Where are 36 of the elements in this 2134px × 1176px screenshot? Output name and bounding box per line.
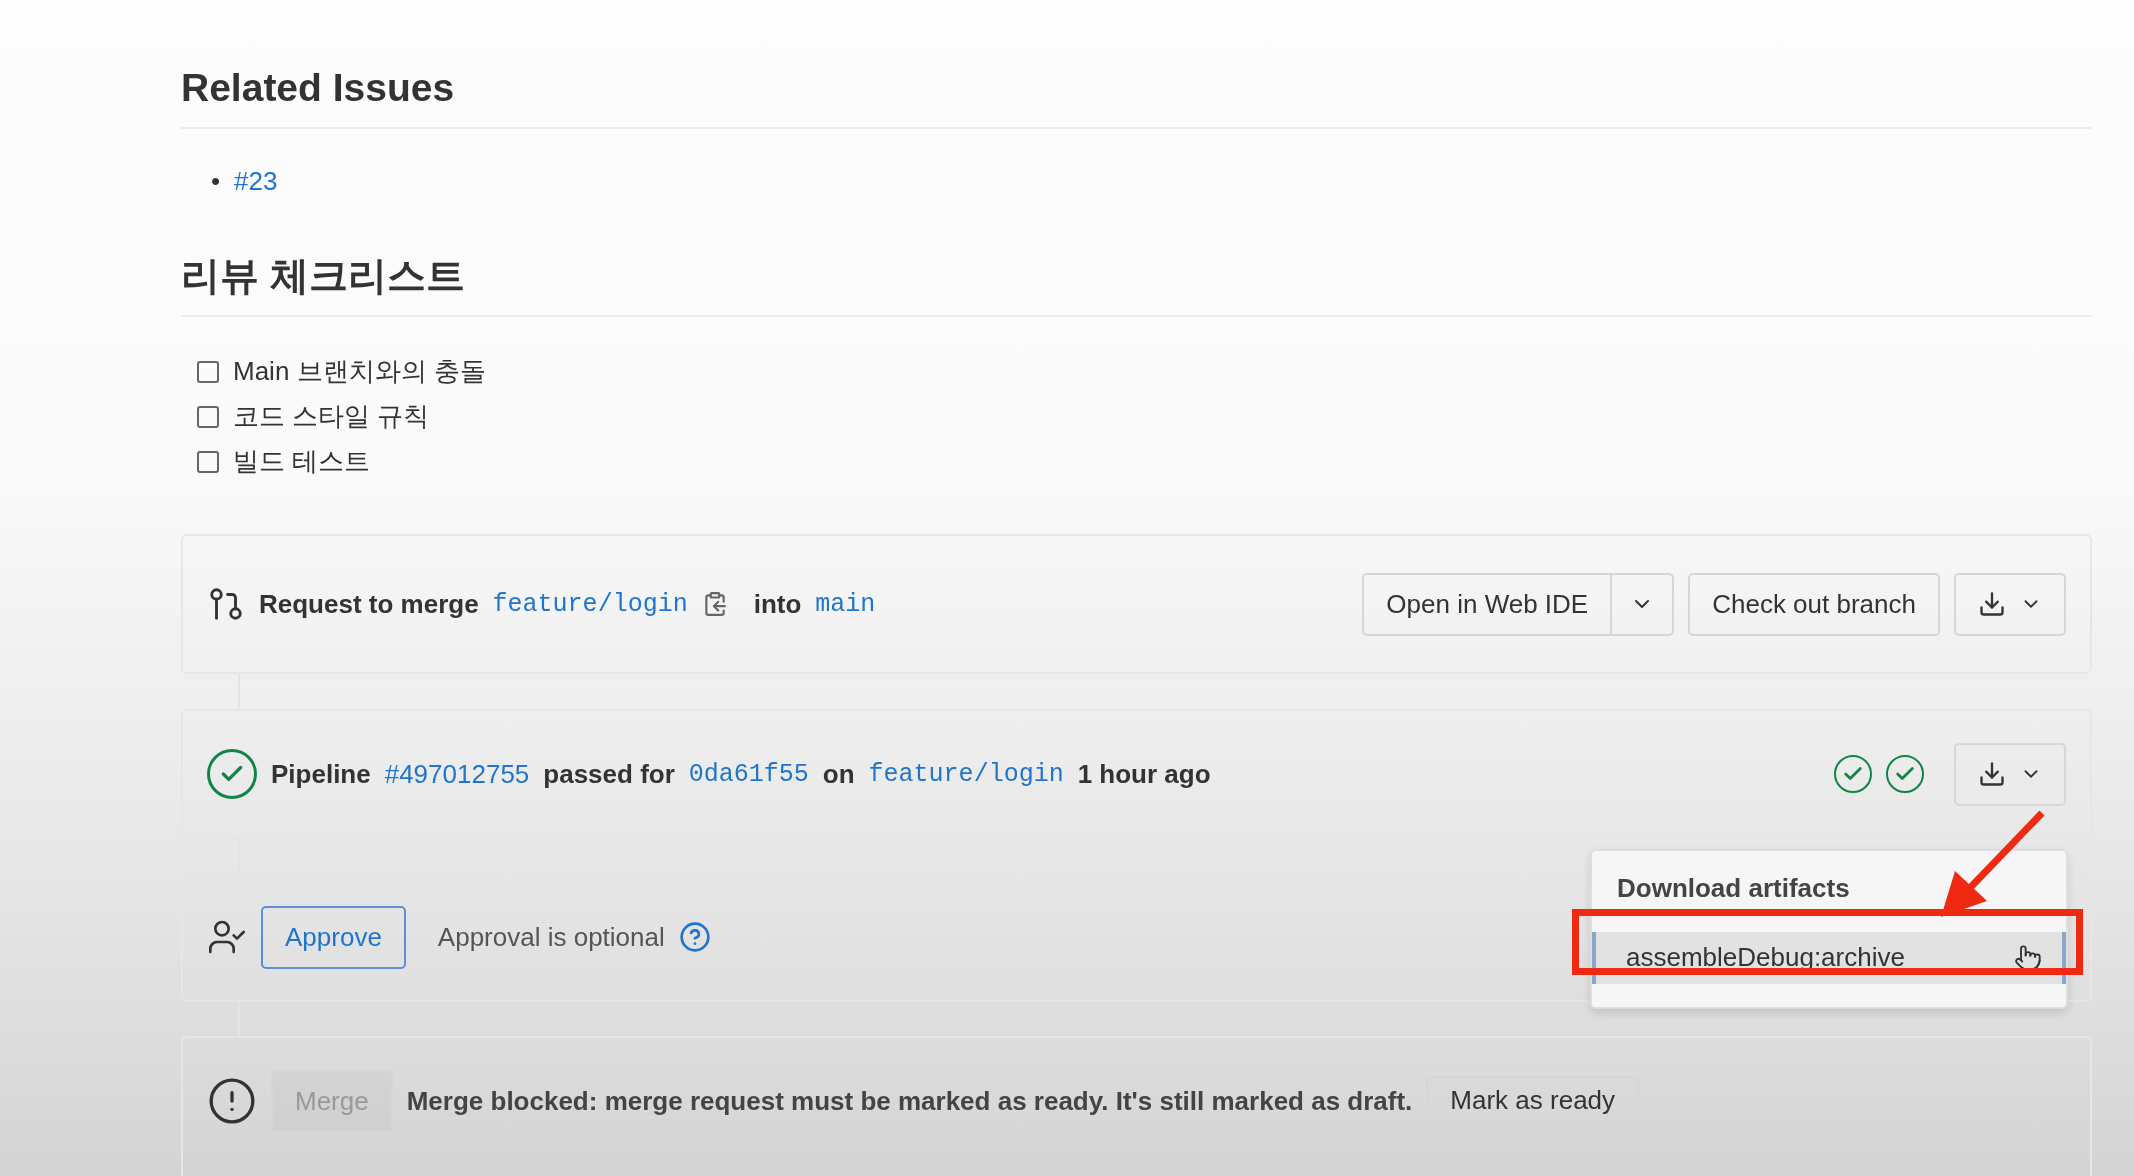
section-heading: 리뷰 체크리스트 bbox=[181, 251, 2092, 317]
stage-status-icon[interactable] bbox=[1834, 755, 1872, 793]
on-label: on bbox=[822, 758, 855, 790]
download-icon bbox=[1978, 590, 2006, 618]
pipeline-link[interactable]: #497012755 bbox=[384, 758, 530, 790]
issue-link[interactable]: #23 bbox=[234, 161, 278, 201]
checklist-item-label: 코드 스타일 규칙 bbox=[233, 400, 430, 433]
branch-link[interactable]: feature/login bbox=[868, 759, 1064, 789]
download-dropdown-button[interactable] bbox=[1954, 572, 2066, 636]
download-icon bbox=[1978, 760, 2006, 788]
approve-button[interactable]: Approve bbox=[261, 905, 406, 969]
pipeline-time: 1 hour ago bbox=[1077, 758, 1211, 790]
merge-request-label: Request to merge bbox=[259, 588, 479, 620]
pipeline-label: Pipeline bbox=[271, 758, 371, 790]
target-branch-link[interactable]: main bbox=[815, 589, 876, 619]
checkbox[interactable] bbox=[197, 405, 219, 428]
merge-blocked-message: Merge blocked: merge request must be marked as ready. It's still marked as draft. bbox=[406, 1086, 1413, 1117]
source-branch-link[interactable]: feature/login bbox=[492, 589, 688, 619]
stage-status-icon[interactable] bbox=[1886, 755, 1924, 793]
bullet: • bbox=[211, 165, 221, 198]
approval-text: Approval is optional bbox=[437, 921, 665, 953]
checkbox[interactable] bbox=[197, 450, 219, 473]
checkbox[interactable] bbox=[197, 360, 219, 383]
menu-header: Download artifacts bbox=[1616, 872, 1851, 904]
checklist-item-label: 빌드 테스트 bbox=[233, 445, 371, 478]
section-heading: Related Issues bbox=[181, 63, 2092, 129]
checkout-branch-button[interactable]: Check out branch bbox=[1688, 572, 1940, 636]
merge-request-icon bbox=[207, 585, 245, 623]
passed-for-label: passed for bbox=[543, 758, 675, 790]
artifacts-dropdown-button[interactable] bbox=[1954, 742, 2066, 806]
into-label: into bbox=[753, 588, 802, 620]
commit-link[interactable]: 0da61f55 bbox=[688, 759, 809, 789]
checklist-item-label: Main 브랜치와의 충돌 bbox=[233, 355, 486, 388]
web-ide-button[interactable]: Open in Web IDE bbox=[1362, 572, 1613, 636]
help-icon[interactable] bbox=[678, 921, 711, 953]
alert-icon bbox=[207, 1076, 257, 1126]
